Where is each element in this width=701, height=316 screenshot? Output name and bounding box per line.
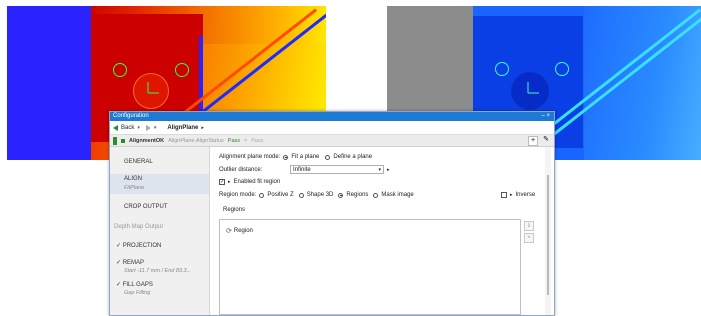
enabled-fit-region-row: ✓ ▸ Enabled fit region xyxy=(219,179,280,185)
remove-region-icon[interactable]: × xyxy=(524,233,534,243)
shape-3d-radio[interactable] xyxy=(298,192,304,198)
breadcrumb[interactable]: AlignPlane xyxy=(167,125,198,131)
sidebar-section-depth-map-output: Depth Map Output xyxy=(114,224,163,230)
sidebar-item-label: REMAP xyxy=(122,260,145,266)
define-plane-label[interactable]: Define a plane xyxy=(333,154,372,160)
bluemap-light-region xyxy=(584,6,701,160)
sidebar: GENERAL ALIGN FitPlane CROP OUTPUT Depth… xyxy=(110,147,210,315)
outlier-distance-row: Outlier distance: Infinite ▾ ▸ xyxy=(219,165,390,174)
sidebar-item-crop-output[interactable]: CROP OUTPUT xyxy=(124,204,168,210)
marker-circle-left xyxy=(113,63,127,77)
region-item-label: Region xyxy=(233,228,253,234)
edit-pencil-icon[interactable]: ✎ xyxy=(542,136,550,144)
regions-label[interactable]: Regions xyxy=(346,192,368,198)
marker-circle-right xyxy=(555,62,569,76)
axis-gizmo-icon xyxy=(527,82,539,94)
alignment-mode-row: Alignment plane mode: Fit a plane Define… xyxy=(219,154,372,160)
sidebar-item-align[interactable]: ALIGN FitPlane xyxy=(110,174,209,194)
sidebar-item-label: FILL GAPS xyxy=(122,282,153,288)
regions-radio[interactable] xyxy=(338,192,344,198)
status-ok-icon xyxy=(113,136,117,145)
sidebar-item-fill-gaps[interactable]: ✓ FILL GAPS Gap Filling xyxy=(116,281,153,296)
mask-image-radio[interactable] xyxy=(373,192,379,198)
window-title-bar: Configuration – × xyxy=(110,112,554,121)
scrollbar-thumb[interactable] xyxy=(547,175,549,295)
heatmap-blue-region xyxy=(7,6,91,160)
chevron-down-icon[interactable]: ▾ xyxy=(137,125,140,131)
add-icon[interactable]: + xyxy=(528,136,538,146)
forward-arrow-icon[interactable] xyxy=(145,124,151,131)
alignment-mode-label: Alignment plane mode: xyxy=(219,154,281,160)
fit-plane-radio[interactable] xyxy=(283,154,289,160)
inverse-row: ▸ Inverse xyxy=(501,192,535,198)
inverse-label: Inverse xyxy=(515,192,536,198)
region-mode-label: Region mode: xyxy=(219,192,257,198)
mask-image-label[interactable]: Mask image xyxy=(381,192,413,198)
sidebar-section-label: Depth Map Output xyxy=(114,224,164,230)
status-path: AlignPlane.AlignStatus xyxy=(168,137,224,144)
window-title: Configuration xyxy=(113,113,149,119)
check-icon: ✓ xyxy=(116,260,122,266)
sidebar-item-sublabel: FitPlane xyxy=(124,185,145,191)
outlier-distance-label: Outlier distance: xyxy=(219,166,263,173)
regions-list[interactable]: ⟳ Region xyxy=(219,219,521,315)
sidebar-item-label: PROJECTION xyxy=(122,243,162,249)
status-square-icon xyxy=(121,138,125,143)
sidebar-item-sublabel: Start -11.7 mm / End 83.3... xyxy=(124,268,192,274)
fit-plane-label[interactable]: Fit a plane xyxy=(291,154,319,160)
chevron-down-icon[interactable]: ▾ xyxy=(378,167,381,173)
window-controls[interactable]: – × xyxy=(541,112,550,121)
sidebar-item-sublabel: Gap Filling xyxy=(124,290,151,296)
toolbar: Back ▾ ▾ AlignPlane ▸ xyxy=(110,121,554,135)
check-icon: ✓ xyxy=(116,243,122,249)
sidebar-item-label: CROP OUTPUT xyxy=(124,204,168,210)
check-icon: ✓ xyxy=(116,282,122,288)
positive-z-label[interactable]: Positive Z xyxy=(267,192,293,198)
region-mode-row: Region mode: Positive Z Shape 3D Regions… xyxy=(219,192,414,198)
marker-circle-left xyxy=(495,62,509,76)
positive-z-radio[interactable] xyxy=(259,192,265,198)
axis-gizmo-icon xyxy=(147,82,159,94)
status-label: AlignmentOK xyxy=(129,137,165,144)
expand-arrow-icon[interactable]: ▸ xyxy=(228,179,231,185)
sidebar-item-label: GENERAL xyxy=(124,159,153,165)
define-plane-radio[interactable] xyxy=(325,154,331,160)
chevron-right-icon: ▸ xyxy=(201,124,204,131)
configuration-window: Configuration – × Back ▾ ▾ AlignPlane ▸ … xyxy=(109,111,555,316)
scrollbar[interactable] xyxy=(545,147,551,315)
shape-3d-label[interactable]: Shape 3D xyxy=(307,192,334,198)
status-bar: AlignmentOK AlignPlane.AlignStatus Pass … xyxy=(110,135,554,147)
back-button[interactable]: Back xyxy=(121,125,134,131)
status-separator: = xyxy=(244,137,248,144)
enabled-fit-region-label: Enabled fit region xyxy=(233,179,281,185)
sidebar-item-projection[interactable]: ✓ PROJECTION xyxy=(116,242,161,249)
sidebar-item-label: ALIGN xyxy=(124,176,143,182)
expand-arrow-icon[interactable]: ▸ xyxy=(510,192,513,198)
list-item[interactable]: ⟳ Region xyxy=(226,227,253,235)
regions-header: Regions xyxy=(223,207,246,213)
add-region-icon[interactable]: ⇓ xyxy=(524,221,534,231)
back-arrow-icon[interactable] xyxy=(113,124,118,131)
marker-circle-right xyxy=(175,63,189,77)
status-result: Pass xyxy=(227,137,241,144)
expand-arrow-icon[interactable]: ▸ xyxy=(387,167,390,173)
outlier-distance-value: Infinite xyxy=(293,166,311,173)
region-icon: ⟳ xyxy=(226,228,232,235)
status-result-secondary: Pass xyxy=(251,137,264,144)
regions-header-row: Regions xyxy=(223,207,245,213)
align-settings-panel: Alignment plane mode: Fit a plane Define… xyxy=(213,147,551,315)
enabled-fit-region-checkbox[interactable]: ✓ xyxy=(219,179,225,185)
inverse-checkbox[interactable] xyxy=(501,192,507,198)
sidebar-item-general[interactable]: GENERAL xyxy=(124,159,153,165)
outlier-distance-field[interactable]: Infinite ▾ xyxy=(290,165,384,174)
sidebar-item-remap[interactable]: ✓ REMAP Start -11.7 mm / End 83.3... xyxy=(116,259,191,274)
chevron-down-icon[interactable]: ▾ xyxy=(154,125,157,131)
